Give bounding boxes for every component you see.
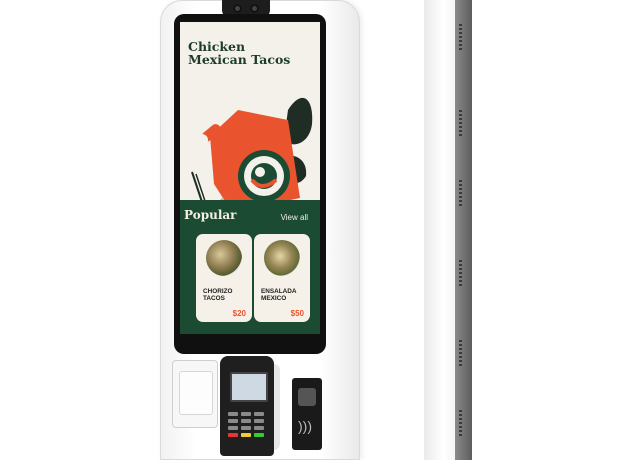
dish-image [264, 240, 300, 276]
menu-item-card[interactable]: CHORIZO TACOS $20 [196, 234, 252, 322]
kiosk-side-strip [455, 0, 472, 460]
terminal-keypad [228, 412, 266, 437]
scanner-window [298, 388, 316, 406]
side-vent [459, 340, 462, 366]
side-vent [459, 180, 462, 206]
side-vent [459, 260, 462, 286]
menu-item-card[interactable]: ENSALADA MEXICO $50 [254, 234, 310, 322]
menu-item-name: ENSALADA MEXICO [261, 288, 297, 302]
nfc-icon: ))) [298, 418, 312, 434]
dish-image [206, 240, 242, 276]
cutting-board-illustration [191, 97, 313, 212]
section-title: Popular [184, 208, 237, 222]
side-vent [459, 24, 462, 50]
side-vent [459, 110, 462, 136]
popular-section: Popular View all CHORIZO TACOS $20 ENSAL… [180, 200, 320, 334]
card-reader-icon[interactable] [220, 356, 274, 456]
menu-item-price: $20 [232, 309, 246, 318]
hero-title: Chicken Mexican Tacos [188, 39, 291, 67]
qr-scanner: ))) [292, 378, 322, 450]
hero-banner[interactable]: Chicken Mexican Tacos [180, 22, 320, 212]
side-vent [459, 410, 462, 436]
receipt-printer [172, 360, 218, 428]
menu-item-price: $50 [290, 309, 304, 318]
view-all-link[interactable]: View all [281, 213, 308, 222]
terminal-display [230, 372, 268, 402]
menu-item-name: CHORIZO TACOS [203, 288, 233, 302]
